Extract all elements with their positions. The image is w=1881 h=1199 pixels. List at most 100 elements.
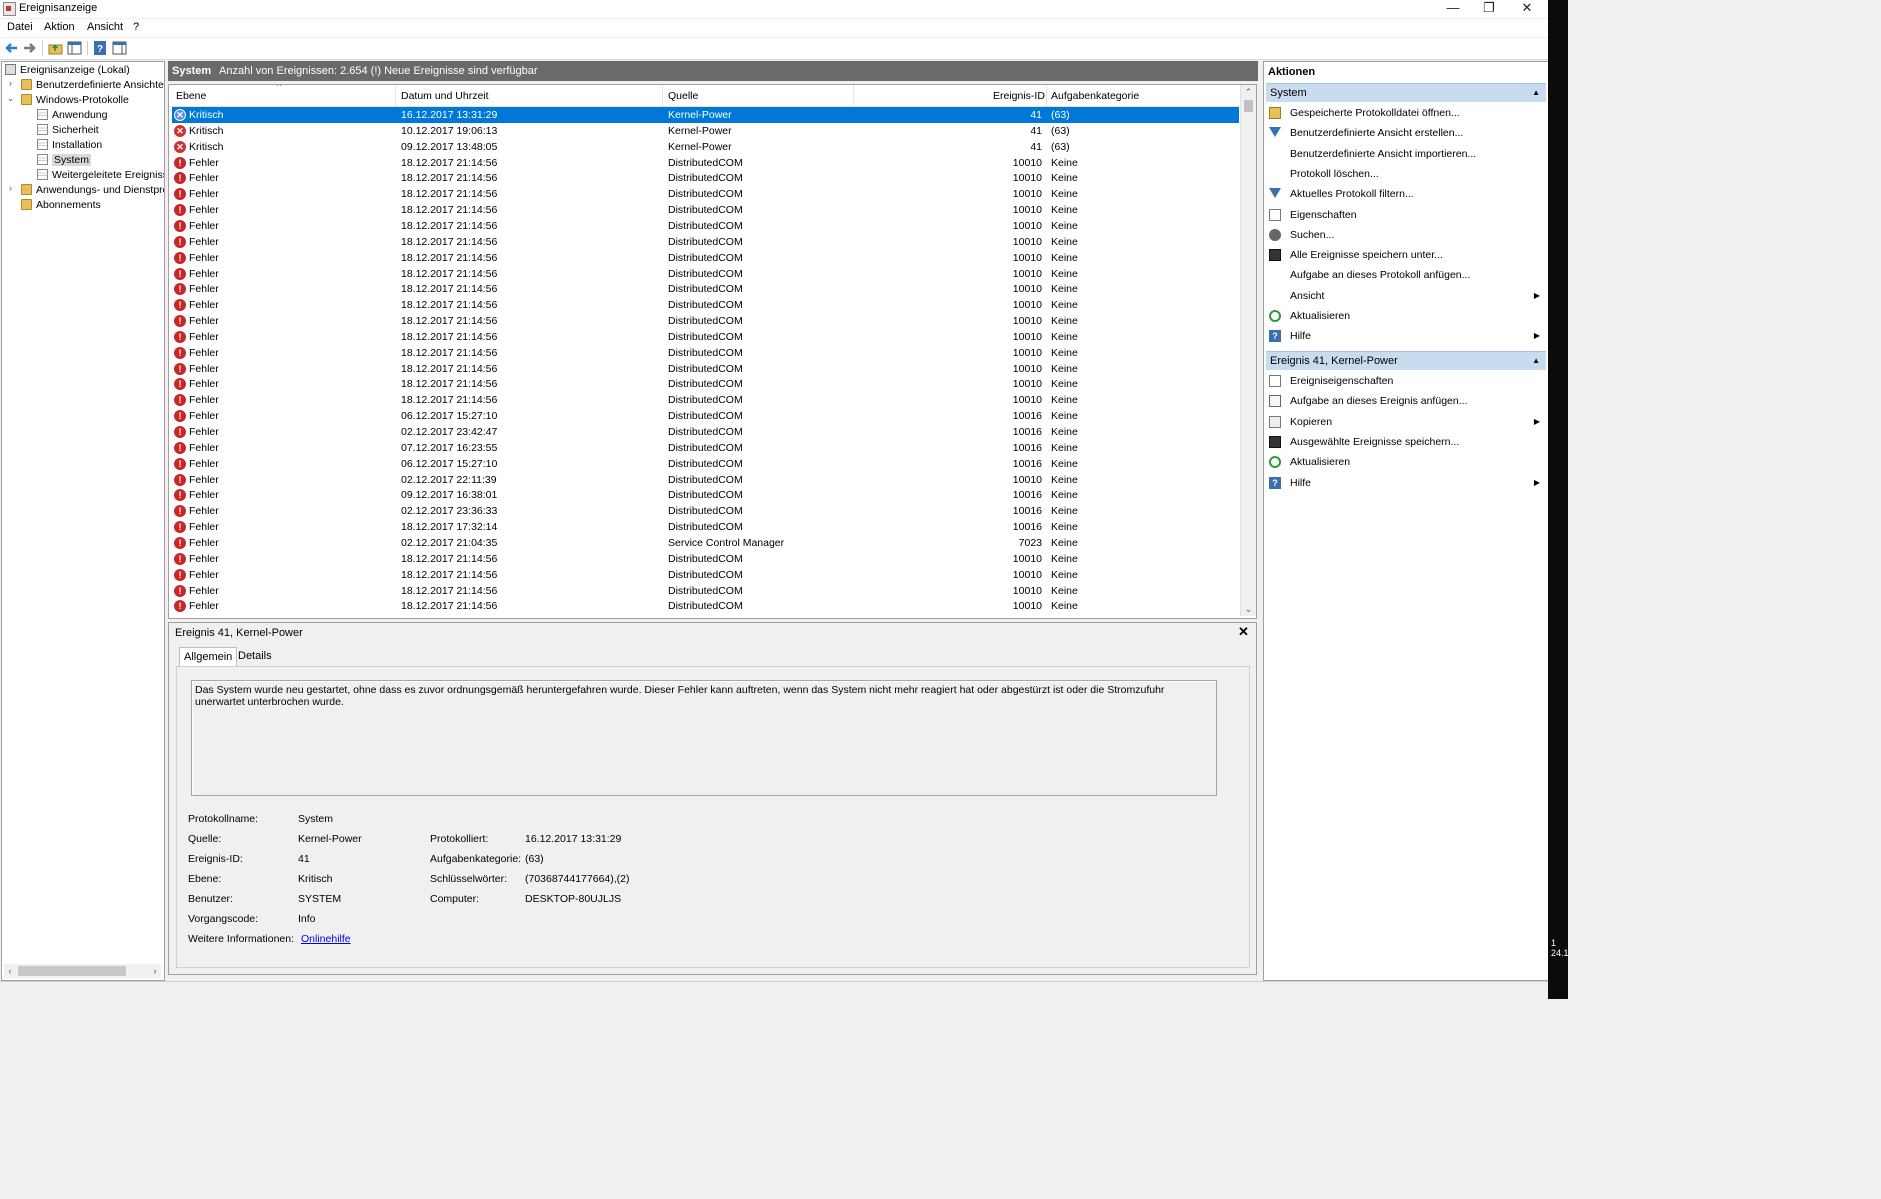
column-divider[interactable] [395, 85, 396, 106]
event-row[interactable]: ! Fehler 18.12.2017 17:32:14 DistributedCOM… [172, 519, 1239, 535]
show-action-pane-icon[interactable] [112, 41, 127, 55]
action-item[interactable]: Ereigniseigenschaften [1266, 371, 1546, 391]
action-item[interactable]: Aktuelles Protokoll filtern... [1266, 184, 1546, 204]
action-item[interactable]: Ansicht ▶ [1266, 286, 1546, 306]
column-divider[interactable] [662, 85, 663, 106]
tree-item-root[interactable]: Ereignisanzeige (Lokal) [5, 63, 130, 78]
event-row[interactable]: ! Fehler 18.12.2017 21:14:56 DistributedCOM… [172, 266, 1239, 282]
tree-item-subscriptions[interactable]: Abonnements [21, 198, 101, 213]
minimize-button[interactable]: — [1434, 0, 1472, 18]
actions-section-event[interactable]: Ereignis 41, Kernel-Power ▲ [1266, 351, 1546, 370]
column-header-task-category[interactable]: Aufgabenkategorie [1051, 90, 1139, 102]
forward-arrow-icon[interactable] [22, 41, 37, 55]
detail-close-icon[interactable]: ✕ [1238, 624, 1249, 640]
tree-item-app-services[interactable]: Anwendungs- und Dienstprotokolle [21, 183, 164, 198]
event-row[interactable]: ! Fehler 18.12.2017 21:14:56 DistributedCOM… [172, 583, 1239, 599]
event-row[interactable]: ! Fehler 18.12.2017 21:14:56 DistributedCOM… [172, 329, 1239, 345]
column-header-event-id[interactable]: Ereignis-ID [993, 90, 1045, 102]
tree-horizontal-scrollbar[interactable]: ‹ › [4, 964, 161, 978]
tab-allgemein[interactable]: Allgemein [179, 647, 238, 666]
event-row[interactable]: ! Fehler 18.12.2017 21:14:56 DistributedCOM… [172, 155, 1239, 171]
collapse-caret-icon[interactable]: ▲ [1532, 84, 1540, 102]
event-row[interactable]: ! Fehler 18.12.2017 21:14:56 DistributedCOM… [172, 250, 1239, 266]
event-row[interactable]: ! Fehler 18.12.2017 21:14:56 DistributedCOM… [172, 297, 1239, 313]
event-row[interactable]: ! Fehler 06.12.2017 15:27:10 DistributedCOM… [172, 456, 1239, 472]
tree-item-installation[interactable]: Installation [37, 138, 102, 153]
column-header-source[interactable]: Quelle [668, 90, 698, 102]
event-row[interactable]: ! Fehler 18.12.2017 21:14:56 DistributedCOM… [172, 281, 1239, 297]
action-item[interactable]: Alle Ereignisse speichern unter... [1266, 245, 1546, 265]
action-item[interactable]: Aktualisieren [1266, 306, 1546, 326]
scrollbar-thumb[interactable] [1244, 100, 1253, 112]
scroll-right-arrow-icon[interactable]: › [149, 964, 161, 978]
event-row[interactable]: ✕ Kritisch 16.12.2017 13:31:29 Kernel-Power… [172, 107, 1239, 123]
event-row[interactable]: ! Fehler 02.12.2017 23:36:33 DistributedCOM… [172, 503, 1239, 519]
column-divider[interactable] [1046, 85, 1047, 106]
up-folder-icon[interactable] [48, 41, 63, 55]
event-row[interactable]: ! Fehler 18.12.2017 21:14:56 DistributedCOM… [172, 202, 1239, 218]
action-item[interactable]: Benutzerdefinierte Ansicht erstellen... [1266, 123, 1546, 143]
event-row[interactable]: ! Fehler 18.12.2017 21:14:56 DistributedCOM… [172, 361, 1239, 377]
event-row[interactable]: ! Fehler 02.12.2017 23:42:47 DistributedCOM… [172, 424, 1239, 440]
event-row[interactable]: ! Fehler 18.12.2017 21:14:56 DistributedCOM… [172, 598, 1239, 614]
event-row[interactable]: ✕ Kritisch 09.12.2017 13:48:05 Kernel-Power… [172, 139, 1239, 155]
action-item[interactable]: Suchen... [1266, 225, 1546, 245]
event-row[interactable]: ! Fehler 18.12.2017 21:14:56 DistributedCOM… [172, 376, 1239, 392]
tree-item-sicherheit[interactable]: Sicherheit [37, 123, 99, 138]
tree-item-windows-logs[interactable]: Windows-Protokolle [21, 93, 129, 108]
online-help-link[interactable]: Onlinehilfe [301, 933, 351, 945]
action-item[interactable]: Kopieren ▶ [1266, 412, 1546, 432]
event-row[interactable]: ! Fehler 18.12.2017 21:14:56 DistributedCOM… [172, 218, 1239, 234]
expand-chevron-icon[interactable]: › [6, 183, 15, 198]
event-row[interactable]: ! Fehler 06.12.2017 15:27:10 DistributedCOM… [172, 408, 1239, 424]
event-row[interactable]: ! Fehler 18.12.2017 21:14:56 DistributedCOM… [172, 234, 1239, 250]
scroll-down-arrow-icon[interactable]: ⌄ [1241, 602, 1256, 616]
event-row[interactable]: ! Fehler 09.12.2017 16:38:01 DistributedCOM… [172, 487, 1239, 503]
tree-item-anwendung[interactable]: Anwendung [37, 108, 107, 123]
column-header-level[interactable]: Ebene [176, 90, 206, 102]
action-item[interactable]: Aufgabe an dieses Ereignis anfügen... [1266, 391, 1546, 411]
menu-datei[interactable]: Datei [7, 21, 33, 33]
event-row[interactable]: ! Fehler 07.12.2017 16:23:55 DistributedCOM… [172, 440, 1239, 456]
event-row[interactable]: ! Fehler 18.12.2017 21:14:56 DistributedCOM… [172, 170, 1239, 186]
event-row[interactable]: ! Fehler 18.12.2017 21:14:56 DistributedCOM… [172, 345, 1239, 361]
event-description[interactable]: Das System wurde neu gestartet, ohne das… [191, 680, 1217, 796]
scroll-left-arrow-icon[interactable]: ‹ [4, 964, 16, 978]
menu-ansicht[interactable]: Ansicht [87, 21, 123, 33]
scroll-up-arrow-icon[interactable]: ⌃ [1241, 85, 1256, 99]
action-item[interactable]: Benutzerdefinierte Ansicht importieren..… [1266, 144, 1546, 164]
column-header-datetime[interactable]: Datum und Uhrzeit [401, 90, 489, 102]
scrollbar-thumb[interactable] [18, 966, 126, 976]
event-row[interactable]: ! Fehler 18.12.2017 21:14:56 DistributedCOM… [172, 313, 1239, 329]
tree-item-forwarded-events[interactable]: Weitergeleitete Ereignisse [37, 168, 164, 183]
action-item[interactable]: Gespeicherte Protokolldatei öffnen... [1266, 103, 1546, 123]
menu-help[interactable]: ? [133, 21, 139, 33]
collapse-caret-icon[interactable]: ▲ [1532, 352, 1540, 370]
action-item[interactable]: Ausgewählte Ereignisse speichern... [1266, 432, 1546, 452]
show-hide-tree-icon[interactable] [67, 41, 82, 55]
action-item[interactable]: Aktualisieren [1266, 452, 1546, 472]
event-row[interactable]: ! Fehler 02.12.2017 21:04:35 Service Contro… [172, 535, 1239, 551]
actions-section-system[interactable]: System ▲ [1266, 83, 1546, 102]
tree-item-system[interactable]: System [37, 153, 92, 168]
action-item[interactable]: Eigenschaften [1266, 205, 1546, 225]
action-item[interactable]: Aufgabe an dieses Protokoll anfügen... [1266, 265, 1546, 285]
event-row[interactable]: ! Fehler 18.12.2017 21:14:56 DistributedCOM… [172, 551, 1239, 567]
collapse-chevron-icon[interactable]: ⌄ [6, 93, 15, 108]
event-row[interactable]: ! Fehler 02.12.2017 22:11:39 DistributedCOM… [172, 472, 1239, 488]
event-list-vertical-scrollbar[interactable]: ⌃ ⌄ [1240, 85, 1256, 616]
help-icon[interactable]: ? [93, 41, 108, 55]
menu-aktion[interactable]: Aktion [44, 21, 75, 33]
action-item[interactable]: ? Hilfe ▶ [1266, 326, 1546, 346]
expand-chevron-icon[interactable]: › [6, 78, 15, 93]
tree-item-custom-views[interactable]: Benutzerdefinierte Ansichten [21, 78, 164, 93]
action-item[interactable]: ? Hilfe ▶ [1266, 473, 1546, 493]
column-divider[interactable] [853, 85, 854, 106]
close-button[interactable]: ✕ [1508, 0, 1546, 18]
action-item[interactable]: Protokoll löschen... [1266, 164, 1546, 184]
event-row[interactable]: ! Fehler 18.12.2017 21:14:56 DistributedCOM… [172, 186, 1239, 202]
event-row[interactable]: ✕ Kritisch 10.12.2017 19:06:13 Kernel-Power… [172, 123, 1239, 139]
event-row[interactable]: ! Fehler 18.12.2017 21:14:56 DistributedCOM… [172, 567, 1239, 583]
tab-details[interactable]: Details [234, 647, 276, 665]
back-arrow-icon[interactable] [4, 41, 19, 55]
